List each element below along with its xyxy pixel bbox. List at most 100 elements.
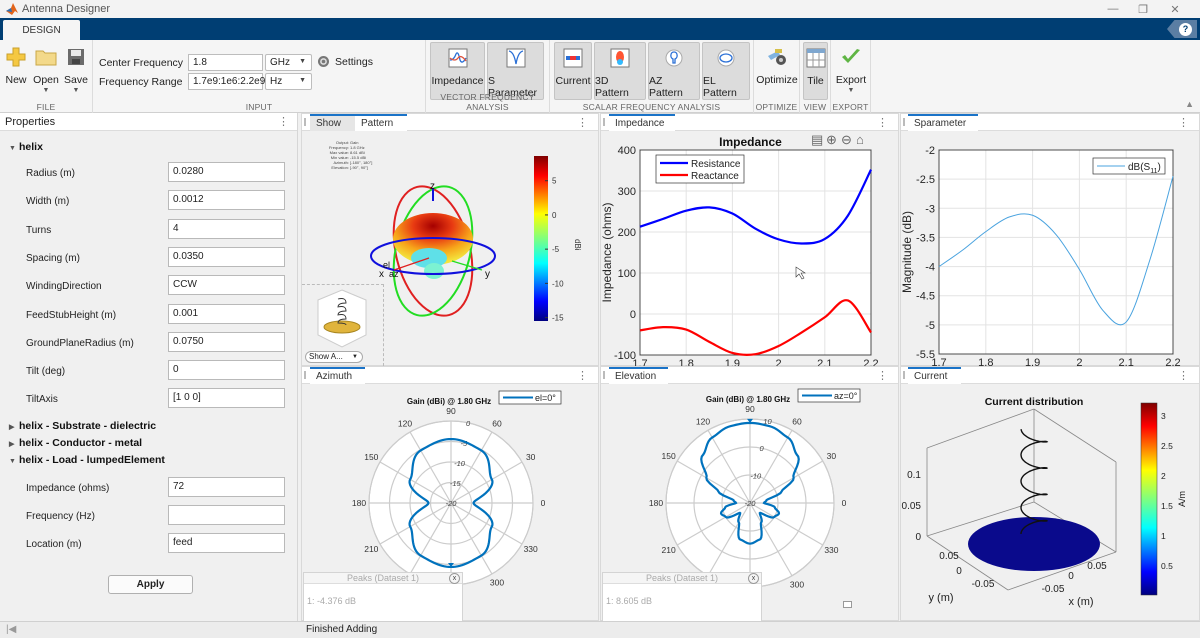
property-input[interactable]: feed (168, 533, 285, 554)
property-input[interactable]: 0.001 (168, 303, 285, 324)
tab-impedance[interactable]: Impedance (609, 114, 675, 131)
az-pattern-button[interactable]: AZ Pattern (648, 42, 700, 100)
close-icon: ✕ (1170, 3, 1180, 16)
help-icon: ? (1179, 22, 1192, 36)
plus-icon (5, 46, 27, 68)
property-input[interactable]: 0 (168, 360, 285, 381)
tab-azimuth[interactable]: Azimuth (310, 367, 365, 384)
floppy-icon (65, 46, 87, 68)
home-icon[interactable]: ⌂ (856, 132, 864, 147)
tab-pattern[interactable]: Pattern (355, 114, 407, 131)
property-input[interactable]: 0.0012 (168, 190, 285, 211)
angle-tick-label: 180 (649, 498, 663, 508)
pattern-info-line: Elevation: (331, 165, 349, 170)
property-input[interactable]: [1 0 0] (168, 388, 285, 409)
frequency-range-input[interactable]: 1.7e9:1e6:2.2e9 (188, 73, 265, 90)
collapse-panel-icon[interactable]: |◀ (6, 624, 16, 635)
center-frequency-label: Center Frequency (99, 57, 184, 69)
section-header[interactable]: ▼ helix (9, 141, 43, 153)
drag-handle[interactable] (903, 371, 905, 379)
property-input[interactable]: 72 (168, 476, 285, 497)
settings-button[interactable]: Settings (317, 55, 373, 68)
show-antenna-dropdown[interactable]: Show A... ▼ (305, 351, 363, 363)
section-header[interactable]: ▶ helix - Conductor - metal (9, 437, 142, 449)
property-input[interactable] (168, 505, 285, 525)
tab-show[interactable]: Show (310, 114, 355, 131)
restore-button[interactable]: ❐ (1128, 0, 1158, 18)
property-label: Tilt (deg) (26, 366, 66, 378)
current-plot-icon (562, 47, 584, 69)
peak-marker-toggle-icon[interactable] (843, 601, 852, 608)
section-title: helix - Substrate - dielectric (19, 419, 157, 432)
y-tick-label: -100 (614, 350, 636, 362)
center-frequency-input[interactable]: 1.8 (188, 54, 263, 71)
property-input[interactable]: 0.0280 (168, 162, 285, 182)
minimize-button[interactable]: — (1098, 0, 1128, 18)
close-button[interactable]: ✕ (1160, 0, 1190, 18)
zoom-out-icon[interactable]: ⊖ (841, 132, 852, 147)
drag-handle[interactable] (603, 118, 605, 126)
minimize-icon: — (1107, 3, 1119, 15)
close-peaks-button[interactable]: x (449, 573, 460, 584)
section-header[interactable]: ▼ helix - Load - lumpedElement (9, 454, 165, 466)
properties-title: Properties (5, 115, 56, 128)
3d-pattern-icon (609, 47, 631, 69)
kebab-menu-icon[interactable]: ⋮ (1178, 116, 1189, 129)
legend-entry: Resistance (691, 159, 741, 170)
x-tick-label: 0 (1068, 571, 1074, 582)
export-button[interactable]: Export ▼ (833, 42, 869, 100)
peak-value: 1: -4.376 dB (307, 596, 357, 606)
section-header[interactable]: ▶ helix - Substrate - dielectric (9, 420, 156, 432)
help-button[interactable]: ? (1167, 20, 1197, 38)
frequency-range-unit-select[interactable]: Hz ▼ (265, 73, 312, 90)
zoom-in-icon[interactable]: ⊕ (826, 132, 837, 147)
y-tick-label: -5.5 (916, 349, 935, 361)
optimize-group-label: OPTIMIZE (755, 102, 798, 112)
kebab-menu-icon[interactable]: ⋮ (877, 116, 888, 129)
el-pattern-button[interactable]: EL Pattern (702, 42, 750, 100)
scalar-analysis-label: SCALAR FREQUENCY ANALYSIS (582, 102, 721, 112)
3d-pattern-button[interactable]: 3D Pattern (594, 42, 646, 100)
open-button[interactable]: Open ▼ (31, 42, 61, 100)
property-input[interactable]: 0.0750 (168, 331, 285, 352)
pattern-info-text: Output: GainFrequency: 1.8 GHzMax value: 8.… (329, 140, 372, 170)
collapse-ribbon-icon[interactable]: ▲ (1185, 99, 1194, 109)
status-bar: |◀ Finished Adding (0, 621, 1200, 638)
property-input[interactable]: 0.0350 (168, 246, 285, 267)
property-input[interactable]: 4 (168, 218, 285, 239)
drag-handle[interactable] (603, 371, 605, 379)
drag-handle[interactable] (304, 118, 306, 126)
export-group: Export ▼ EXPORT (831, 40, 871, 113)
ground-plane (968, 517, 1100, 571)
apply-button[interactable]: Apply (108, 575, 193, 594)
optimize-button[interactable]: Optimize (756, 42, 798, 100)
window-title: Antenna Designer (22, 3, 111, 15)
drag-handle[interactable] (304, 371, 306, 379)
tab-design[interactable]: DESIGN (3, 20, 80, 40)
kebab-menu-icon[interactable]: ⋮ (1178, 369, 1189, 382)
kebab-menu-icon[interactable]: ⋮ (577, 116, 588, 129)
kebab-menu-icon[interactable]: ⋮ (278, 115, 289, 128)
current-button[interactable]: Current (554, 42, 592, 100)
new-button[interactable]: New (4, 42, 28, 100)
tab-sparameter[interactable]: Sparameter (908, 114, 978, 131)
back-lobe (424, 263, 444, 279)
y-tick-label: 100 (618, 268, 636, 280)
tab-current[interactable]: Current (908, 367, 961, 384)
colorbar-tick: -15 (552, 314, 564, 323)
kebab-menu-icon[interactable]: ⋮ (577, 369, 588, 382)
close-peaks-button[interactable]: x (748, 573, 759, 584)
center-frequency-unit-select[interactable]: GHz ▼ (265, 54, 312, 71)
drag-handle[interactable] (903, 118, 905, 126)
tab-elevation[interactable]: Elevation (609, 367, 668, 384)
angle-tick-label: 0 (842, 498, 847, 508)
current-distribution-chart: Current distribution00.050.10.050-0.05 -0… (902, 396, 1187, 608)
export-icon[interactable]: ▤ (811, 132, 823, 147)
tile-button[interactable]: Tile (803, 42, 828, 100)
save-button[interactable]: Save ▼ (63, 42, 89, 100)
property-input[interactable]: CCW (168, 275, 285, 296)
kebab-menu-icon[interactable]: ⋮ (877, 369, 888, 382)
current-panel: Current ⋮ Current distribution 0 0.05 0.1 0.… (900, 366, 1200, 621)
plot-area (938, 149, 1174, 355)
angle-tick-label: 210 (364, 544, 378, 554)
